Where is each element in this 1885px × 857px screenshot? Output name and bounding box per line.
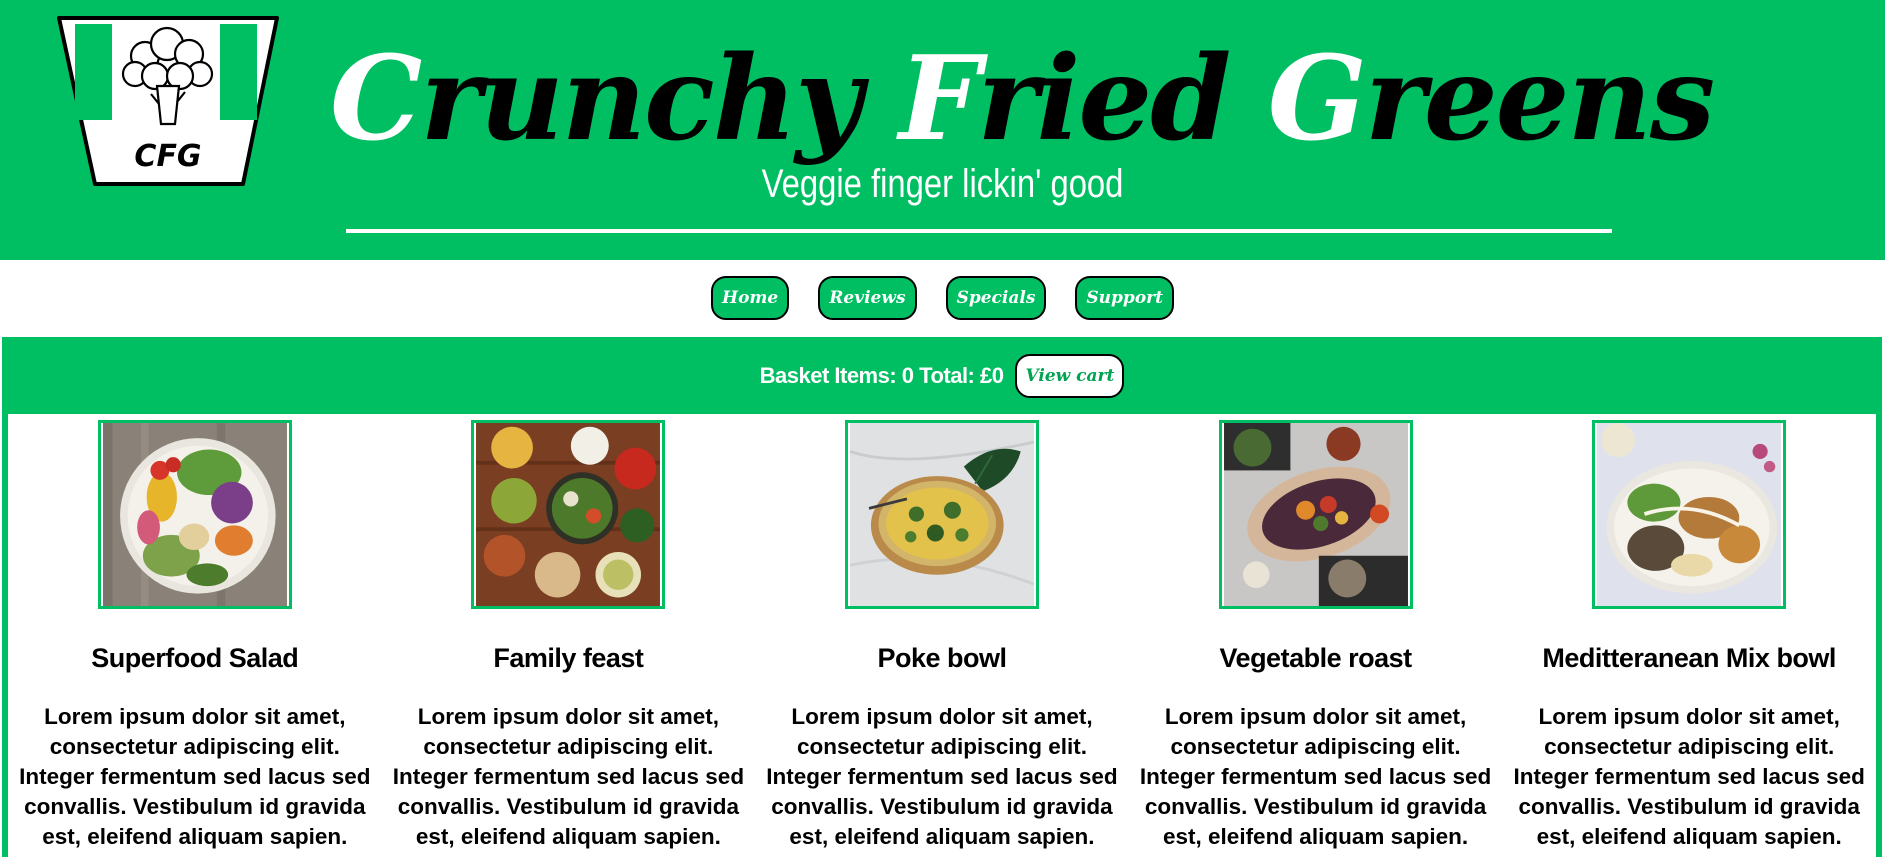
product-card: Meditteranean Mix bowl Lorem ipsum dolor… bbox=[1502, 414, 1876, 852]
vegetable-roast-image[interactable] bbox=[1218, 420, 1413, 609]
product-card: Superfood Salad Lorem ipsum dolor sit am… bbox=[8, 414, 382, 852]
product-description: Lorem ipsum dolor sit amet, consectetur … bbox=[1139, 704, 1492, 849]
title-part: G bbox=[1267, 31, 1367, 167]
product-card: Family feast Lorem ipsum dolor sit amet,… bbox=[382, 414, 756, 852]
title-part: C bbox=[330, 31, 422, 167]
header-divider bbox=[346, 229, 1612, 233]
view-cart-button[interactable]: View cart bbox=[1015, 353, 1125, 398]
product-description: Lorem ipsum dolor sit amet, consectetur … bbox=[392, 704, 745, 849]
product-name: Vegetable roast bbox=[1219, 643, 1413, 673]
basket-summary: Basket Items: 0 Total: £0 bbox=[759, 362, 1004, 388]
site-header: CFG Crunchy Fried Greens Veggie finger l… bbox=[0, 0, 1885, 260]
product-name: Meditteranean Mix bowl bbox=[1542, 643, 1836, 673]
product-description: Lorem ipsum dolor sit amet, consectetur … bbox=[1513, 704, 1865, 849]
product-name: Poke bowl bbox=[877, 643, 1007, 673]
title-part: runchy bbox=[420, 31, 899, 167]
main-nav: Home Reviews Specials Support bbox=[0, 260, 1885, 336]
product-description: Lorem ipsum dolor sit amet, consectetur … bbox=[19, 704, 371, 849]
nav-reviews-button[interactable]: Reviews bbox=[818, 276, 917, 320]
nav-home-button[interactable]: Home bbox=[711, 276, 790, 320]
salad-bowl-image[interactable] bbox=[97, 420, 292, 609]
product-name: Superfood Salad bbox=[91, 643, 299, 673]
site-title: Crunchy Fried Greens bbox=[330, 31, 1715, 167]
cfg-logo[interactable]: CFG bbox=[55, 16, 281, 188]
product-card: Vegetable roast Lorem ipsum dolor sit am… bbox=[1129, 414, 1503, 852]
product-name: Family feast bbox=[493, 643, 644, 673]
mediterranean-bowl-image[interactable] bbox=[1592, 420, 1787, 609]
svg-text:CFG: CFG bbox=[134, 139, 201, 174]
title-part: F bbox=[898, 31, 979, 167]
poke-bowl-image[interactable] bbox=[844, 420, 1039, 609]
title-part: reens bbox=[1364, 31, 1715, 167]
tagline: Veggie finger lickin' good bbox=[761, 162, 1124, 206]
product-grid: Superfood Salad Lorem ipsum dolor sit am… bbox=[8, 414, 1876, 852]
product-description: Lorem ipsum dolor sit amet, consectetur … bbox=[766, 704, 1118, 849]
nav-specials-button[interactable]: Specials bbox=[945, 276, 1047, 320]
nav-support-button[interactable]: Support bbox=[1075, 276, 1174, 320]
basket-bar: Basket Items: 0 Total: £0 View cart bbox=[2, 337, 1882, 414]
family-feast-image[interactable] bbox=[471, 420, 666, 609]
product-card: Poke bowl Lorem ipsum dolor sit amet, co… bbox=[755, 414, 1129, 852]
title-part: ried bbox=[977, 31, 1268, 167]
